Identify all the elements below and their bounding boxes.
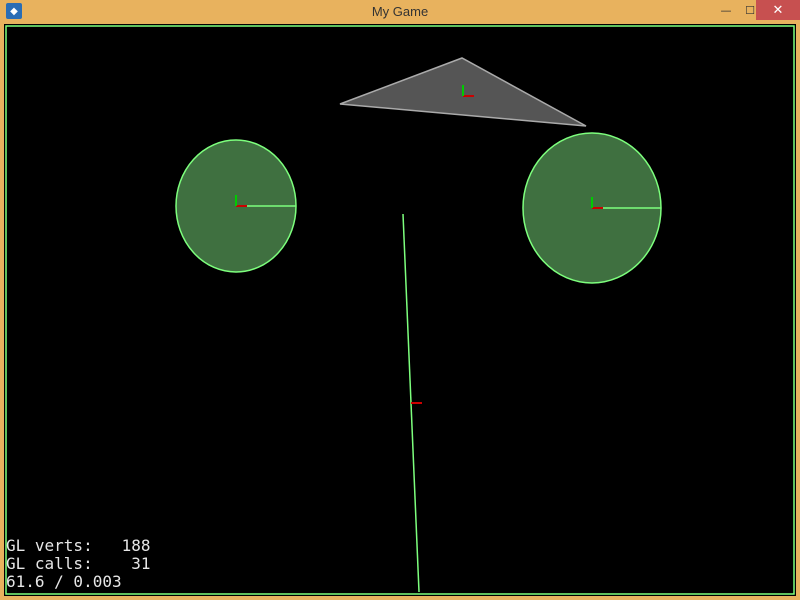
stats-fps: 61.6 / 0.003 — [6, 572, 122, 591]
close-button[interactable]: ✕ — [756, 0, 800, 20]
title-bar[interactable]: ◆ My Game — ☐ ✕ — [0, 0, 800, 24]
verts-value: 188 — [121, 536, 151, 555]
game-viewport[interactable]: GL verts: 188 GL calls: 31 61.6 / 0.003 — [4, 24, 796, 596]
left-circle-body — [175, 139, 297, 273]
segment-body — [402, 213, 422, 593]
verts-label: GL verts: — [6, 536, 93, 555]
window-title: My Game — [371, 4, 429, 19]
calls-label: GL calls: — [6, 554, 93, 573]
calls-value: 31 — [131, 554, 151, 573]
right-circle-body — [522, 132, 662, 284]
triangle-body — [339, 57, 587, 127]
stats-calls: GL calls: 31 — [6, 555, 151, 573]
minimize-button[interactable]: — — [714, 0, 738, 20]
world-boundary — [5, 25, 795, 595]
stats-verts: GL verts: 188 — [6, 537, 151, 555]
scene-canvas — [5, 25, 795, 595]
game-window: ◆ My Game — ☐ ✕ GL verts: 188 GL calls: … — [0, 0, 800, 600]
